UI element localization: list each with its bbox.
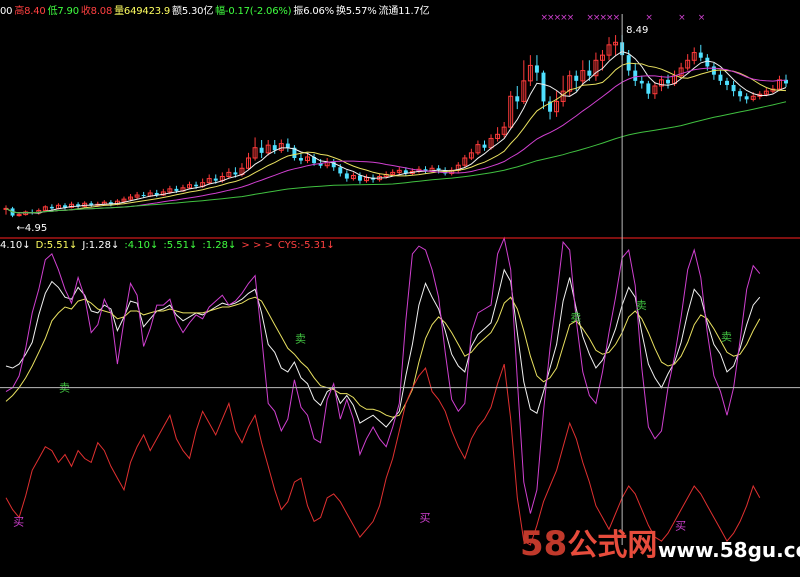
candle-body (213, 178, 218, 181)
watermark: 58公式网 www.58gu.com (520, 520, 800, 564)
candle-body (357, 175, 362, 181)
indhdr-field: CYS:-5.31↓ (277, 240, 335, 251)
hdr-field: 换5.57% (335, 6, 377, 17)
signal-label: 买 (419, 511, 430, 524)
indhdr-field: 4.10↓ (0, 240, 31, 251)
candle-body (259, 147, 264, 153)
watermark-number: 58 (520, 524, 568, 564)
indhdr-field: :1.28↓ (202, 240, 237, 251)
candle-body (194, 184, 199, 187)
hdr-field: 00 (0, 6, 13, 17)
signal-marker: × (567, 13, 575, 23)
candle-body (731, 84, 736, 92)
signal-marker: × (698, 13, 706, 23)
candle-body (482, 144, 487, 148)
candle-body (698, 52, 703, 58)
ma-line (5, 67, 787, 214)
candle-body (344, 173, 349, 179)
ma-line (5, 101, 787, 214)
hdr-field: 量649423.9 (114, 6, 171, 17)
signal-label: 买 (13, 515, 24, 528)
watermark-brand: 公式网 (567, 528, 658, 563)
candle-body (705, 57, 710, 67)
candle-body (574, 75, 579, 81)
candle-body (744, 96, 749, 100)
hdr-field: 高8.40 (14, 6, 46, 17)
indhdr-field: > > > (241, 240, 273, 251)
watermark-url: www.58gu.com (658, 538, 800, 562)
indicator-header: 4.10↓ D:5.51↓ J:1.28↓ :4.10↓ :5.51↓ :1.28↓ > >… (0, 240, 340, 251)
price-label: ←4.95 (17, 223, 48, 234)
indicator-line-j (5, 236, 761, 514)
indhdr-field: :5.51↓ (163, 240, 198, 251)
signal-label: 卖 (636, 299, 647, 312)
hdr-field: 收8.08 (80, 6, 113, 17)
indhdr-field: :4.10↓ (124, 240, 159, 251)
candle-body (534, 65, 539, 73)
candle-body (49, 206, 54, 209)
indicator-panel: 买卖卖买卖卖买卖卖 (5, 236, 761, 546)
signal-marker: × (613, 13, 621, 23)
price-panel: 8.49←4.95× × × × × × × × × × × × × (3, 13, 788, 234)
candle-body (541, 72, 546, 102)
indicator-line-cys (5, 363, 761, 546)
candle-body (587, 70, 592, 76)
candle-body (272, 145, 277, 151)
hdr-field: 流通11.7亿 (378, 6, 430, 17)
candle-body (515, 96, 520, 102)
signal-marker: × (645, 13, 653, 23)
overlay (0, 14, 800, 545)
hdr-field: 低7.90 (47, 6, 79, 17)
candle-body (666, 79, 670, 84)
candle-body (633, 70, 638, 81)
quote-header: 00 高8.40 低7.90 收8.08 量649423.9 额5.30亿 幅-0.17(-… (0, 2, 431, 17)
signal-label: 买 (675, 519, 686, 532)
signal-label: 卖 (721, 331, 732, 344)
signal-marker: × (678, 13, 686, 23)
candle-body (646, 83, 651, 94)
ma-line (5, 50, 787, 214)
indhdr-field: J:1.28↓ (82, 240, 120, 251)
indhdr-field: D:5.51↓ (35, 240, 78, 251)
hdr-field: 幅-0.17(-2.06%) (215, 6, 292, 17)
stock-chart: 8.49←4.95××××××××××××× 买卖卖买卖卖买卖卖 (0, 13, 800, 546)
candle-body (639, 80, 644, 84)
candle-body (233, 172, 238, 175)
candle-body (338, 167, 343, 174)
candle-body (718, 74, 723, 81)
candle-body (738, 91, 743, 97)
hdr-field: 额5.30亿 (172, 6, 214, 17)
indicator-line-k (5, 268, 761, 428)
signal-label: 卖 (295, 333, 306, 346)
signal-label: 卖 (570, 311, 581, 324)
candle-body (174, 188, 179, 191)
candle-body (298, 158, 303, 161)
price-label: 8.49 (626, 25, 648, 36)
hdr-field: 振6.06% (293, 6, 334, 17)
candle-body (285, 143, 290, 148)
candle-body (141, 195, 146, 197)
candle-body (725, 80, 729, 85)
